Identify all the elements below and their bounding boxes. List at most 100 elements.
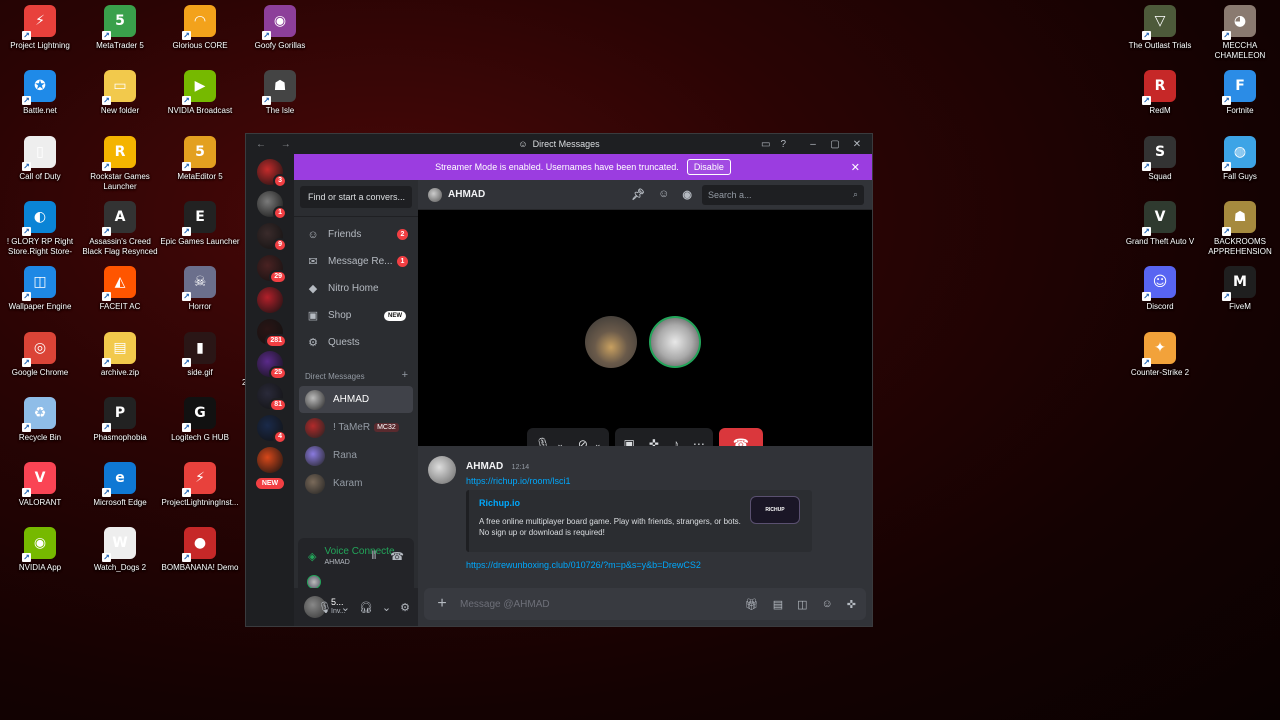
desktop-icon[interactable]: ✦Counter-Strike 2 [1120,331,1200,378]
user-profile-icon[interactable]: ◉ [682,188,692,201]
dm-item[interactable]: Karam [299,470,413,497]
dm-item[interactable]: Rana [299,442,413,469]
apps-icon[interactable]: ✜ [847,598,856,611]
search-input[interactable]: Search a... ⌕ [702,184,864,205]
settings-gear-icon[interactable]: ⚙ [400,601,410,614]
noise-suppression-icon[interactable]: ⦀ [371,550,376,563]
voice-participant-avatar[interactable] [307,575,321,589]
desktop-icon-label: BOMBANANA! Demo [161,563,239,573]
desktop-icon[interactable]: 5MetaTrader 5 [80,5,160,51]
new-servers-pill[interactable]: NEW [255,478,285,489]
microphone-icon[interactable]: 🎙︎ [318,601,332,614]
avatar[interactable] [428,187,442,202]
sidebar-item-friends[interactable]: ☺ Friends 2 [294,221,418,248]
message-link[interactable]: https://drewunboxing.club/010726/?m=p&s=… [466,560,812,570]
sidebar-item-message-re[interactable]: ✉ Message Re... 1 [294,248,418,275]
maximize-icon[interactable]: ▢ [824,139,846,150]
desktop-icon[interactable]: 5MetaEditor 5 [160,135,240,182]
desktop-icon[interactable]: ◎Google Chrome [0,331,80,378]
desktop-icon[interactable]: RRockstar Games Launcher [80,135,160,192]
desktop-icon[interactable]: ◉NVIDIA App [0,527,80,573]
desktop-icon[interactable]: ◐! GLORY RP Right Store.Right Store- [0,200,80,257]
embed-thumbnail[interactable]: RICHUP [750,496,800,524]
desktop-icon[interactable]: ♻Recycle Bin [0,396,80,443]
desktop-icon[interactable]: AAssassin's Creed Black Flag Resynced [80,200,160,257]
add-friends-icon[interactable]: ☺ [658,188,669,201]
desktop-icon[interactable]: WWatch_Dogs 2 [80,527,160,573]
desktop-icon[interactable]: ▯Call of Duty [0,135,80,182]
server-icon[interactable]: 4 [257,415,287,444]
pin-icon[interactable]: 📌︎ [631,188,645,201]
minimize-icon[interactable]: – [802,139,824,150]
sidebar-item-shop[interactable]: ▣ Shop NEW [294,302,418,329]
emoji-icon[interactable]: ☺ [822,598,833,611]
message-input[interactable]: Message @AHMAD [460,599,550,610]
server-icon[interactable]: 3 [257,159,287,188]
message-author[interactable]: AHMAD [466,461,503,472]
caller-avatar-self[interactable] [585,316,637,368]
close-icon[interactable]: ✕ [846,139,868,150]
desktop-icon[interactable]: ◉Goofy Gorillas [240,5,320,51]
server-icon[interactable]: 9 [257,223,287,252]
find-conversation-input[interactable]: Find or start a convers... [300,186,412,208]
server-icon[interactable] [257,287,283,313]
desktop-icon[interactable]: eMicrosoft Edge [80,462,160,508]
server-icon[interactable]: 81 [257,383,287,412]
desktop-icon[interactable]: EEpic Games Launcher [160,200,240,247]
server-icon[interactable] [257,447,283,473]
desktop-icon[interactable]: PPhasmophobia [80,396,160,443]
desktop-icon[interactable]: ▽The Outlast Trials [1120,5,1200,51]
dm-item[interactable]: AHMAD [299,386,413,413]
server-icon[interactable]: 29 [257,255,287,284]
message-link[interactable]: https://richup.io/room/lsci1 [466,476,812,486]
server-icon[interactable]: 1 [257,191,287,220]
desktop-icon[interactable]: VGrand Theft Auto V [1120,200,1200,247]
desktop-icon[interactable]: ☺Discord [1120,266,1200,312]
desktop-icon[interactable]: VVALORANT [0,462,80,508]
desktop-icon[interactable]: ✪Battle.net [0,70,80,116]
desktop-icon[interactable]: ▤archive.zip [80,331,160,378]
inbox-icon[interactable]: ▭ [761,139,770,150]
desktop-icon[interactable]: ▭New folder [80,70,160,116]
desktop-icon[interactable]: ◫Wallpaper Engine [0,266,80,312]
create-dm-icon[interactable]: + [402,369,408,381]
disable-button[interactable]: Disable [686,159,731,175]
disconnect-icon[interactable]: ☎ [390,550,404,563]
desktop-icon[interactable]: MFiveM [1200,266,1280,312]
help-icon[interactable]: ? [780,139,786,150]
avatar[interactable] [428,456,456,484]
dm-item[interactable]: ! TaMeR MC32 [299,414,413,441]
desktop-icon[interactable]: GLogitech G HUB [160,396,240,443]
desktop-icon[interactable]: ●BOMBANANA! Demo [160,527,240,573]
desktop-icon[interactable]: ☗BACKROOMS APPREHENSION [1200,200,1280,257]
desktop-icon[interactable]: ⚡Project Lightning [0,5,80,51]
caller-avatar-ahmad[interactable] [649,316,701,368]
dm-name: Karam [333,478,363,489]
desktop-icon[interactable]: ◕MECCHA CHAMELEON [1200,5,1280,61]
sidebar-item-nitro-home[interactable]: ◆ Nitro Home [294,275,418,302]
server-icon[interactable]: 281 [257,319,287,348]
sidebar-item-quests[interactable]: ⚙ Quests [294,329,418,356]
chevron-down-icon[interactable]: ⌄ [341,601,350,614]
chevron-down-icon[interactable]: ⌄ [382,601,391,614]
desktop-icon[interactable]: ▮side.gif [160,331,240,378]
desktop-icon[interactable]: SSquad [1120,135,1200,182]
add-attachment-icon[interactable]: + [424,595,460,613]
desktop-icon[interactable]: FFortnite [1200,70,1280,116]
close-banner-icon[interactable]: ✕ [851,161,860,174]
headphones-icon[interactable]: 🎧︎ [359,601,373,614]
server-icon[interactable]: 25 [257,351,287,380]
desktop-icon[interactable]: ☠Horror [160,266,240,312]
sticker-icon[interactable]: ◫ [797,598,807,611]
desktop-icon[interactable]: ☗The Isle [240,70,320,116]
gif-icon[interactable]: ▤ [773,598,783,611]
app-icon: ◍ [1222,135,1256,171]
desktop-icon[interactable]: ▶NVIDIA Broadcast [160,70,240,116]
desktop-icon[interactable]: ⚡ProjectLightningInst... [160,462,240,508]
nav-arrows[interactable]: ← → [256,139,297,150]
desktop-icon[interactable]: ◍Fall Guys [1200,135,1280,182]
gift-icon[interactable]: 🎁︎ [745,598,759,611]
desktop-icon[interactable]: ◠Glorious CORE [160,5,240,51]
desktop-icon[interactable]: RRedM [1120,70,1200,116]
desktop-icon[interactable]: ◭FACEIT AC [80,266,160,312]
